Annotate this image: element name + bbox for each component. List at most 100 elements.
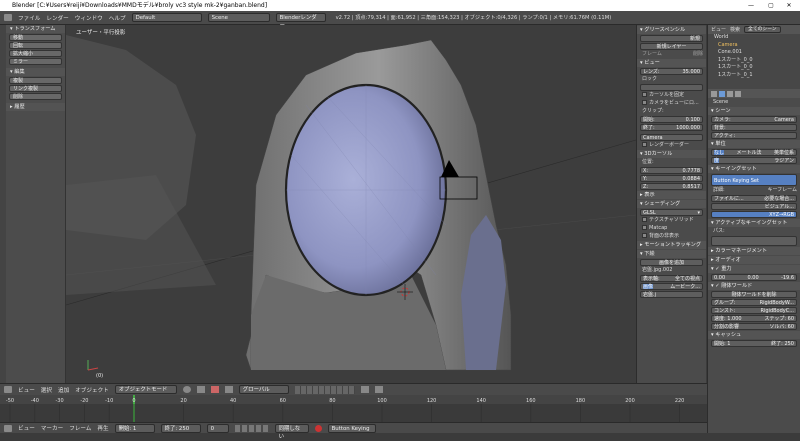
render-engine-select[interactable]: Blenderレンダー [275,13,326,29]
unit-imperial-button[interactable]: 英単位系 [774,150,794,156]
duplicate-button[interactable]: 複製 [9,77,62,84]
unit-none-button[interactable]: なし [714,150,725,156]
tab-movie[interactable]: ムービーク... [670,284,700,290]
render-tab-icon[interactable] [711,90,717,97]
maximize-button[interactable]: ▢ [762,0,780,11]
source-tabs[interactable]: 画像 ムービーク... [640,283,703,290]
editor-type-icon[interactable] [4,386,12,393]
scene-tab-icon[interactable] [719,90,725,97]
path-list[interactable] [711,236,797,246]
menu-frame[interactable]: フレーム [69,424,91,432]
menu-view[interactable]: ビュー [18,386,35,394]
menu-object[interactable]: オブジェクト [75,386,109,394]
clip-start-field[interactable]: 開始: 0.100 [640,116,703,123]
move-manipulator-icon[interactable] [224,386,233,393]
mirror-button[interactable]: ミラー [9,58,62,65]
axis-select[interactable]: 表示軸: 全ての視点 [640,275,703,282]
timeline[interactable]: -50 -40 -30 -20 -10 0 20 40 60 80 100 120 140 160 180 2… [0,395,707,422]
scale-button[interactable]: 拡大縮小 [9,50,62,57]
shading-solid-icon[interactable] [182,386,191,393]
keying-set-select[interactable]: Button Keying [327,423,376,433]
outliner-view-menu[interactable]: ビュー [711,26,726,33]
new-layer-button[interactable]: 新規レイヤー [640,43,703,50]
grease-pencil-header[interactable]: ▾ グリースペンシル [637,26,706,34]
cursor-z-field[interactable]: Z: 0.8517 [640,183,703,190]
outliner-item-skirt[interactable]: 1スカート_0_0 [708,57,800,65]
link-duplicate-button[interactable]: リンク複製 [9,85,62,92]
snap-icon[interactable] [360,386,369,393]
keying-sets-header[interactable]: ▾ キーイングセット [708,165,800,173]
outliner-search-menu[interactable]: 検索 [730,26,740,33]
edit-panel-header[interactable]: ▾ 編集 [6,68,65,76]
scene-header[interactable]: ▾ シーン [708,107,800,115]
lock-object-field[interactable] [640,84,703,91]
rigid-speed-step-fields[interactable]: 速度: 1.000 ステップ: 60 [711,315,797,322]
render-border-checkbox[interactable]: レンダーボーダー [640,142,703,149]
outliner-item-world[interactable]: World [708,34,800,42]
shading-mode-select[interactable]: GLSL ▾ [640,209,703,216]
render-icon[interactable] [374,386,383,393]
history-panel-header[interactable]: ▸ 履歴 [6,103,65,111]
info-editor-icon[interactable] [4,14,12,21]
cursor-x-field[interactable]: X: 0.7778 [640,167,703,174]
keying-set-list-item[interactable]: Button Keying Set [711,174,797,186]
outliner-item-skirt[interactable]: 1スカート_0_1 [708,72,800,80]
degrees-button[interactable]: 度 [714,158,720,164]
active-keying-set-header[interactable]: ▾ アクティブなキーイングセット [708,219,800,227]
keying-file-row[interactable]: ファイルに... 必要な場合... [711,195,797,202]
matcap-checkbox[interactable]: Matcap [640,225,703,232]
image-open-field[interactable]: 岩盤.j [640,291,703,298]
tab-image[interactable]: 画像 [643,284,654,290]
object-tab-icon[interactable] [735,90,741,97]
timeline-ruler[interactable]: -50 -40 -30 -20 -10 0 20 40 60 80 100 120 140 160 180 2… [0,395,707,422]
3d-viewport[interactable]: ユーザー・平行投影 (0) [66,25,636,383]
scene-camera-field[interactable]: カメラ: Camera [711,116,797,123]
outliner-item-skirt[interactable]: 1スカート_0_0 [708,64,800,72]
background-images-header[interactable]: ▾ 下絵 [637,250,706,258]
menu-marker[interactable]: マーカー [41,424,63,432]
manipulator-icon[interactable] [210,386,219,393]
delete-button[interactable]: 削除 [9,93,62,100]
lock-camera-checkbox[interactable]: カメラをビューにロ... [640,100,703,107]
lock-cursor-checkbox[interactable]: カーソルを固定 [640,92,703,99]
grease-new-button[interactable]: 新規 [640,35,703,42]
cache-header[interactable]: ▾ キャッシュ [708,331,800,339]
frame-end-field[interactable]: 終了: 250 [160,423,201,433]
local-camera-field[interactable]: Camera [640,134,703,141]
unit-system-buttons[interactable]: なし メートル法 英単位系 [711,149,797,156]
outliner-item-cone[interactable]: Cone.001 [708,49,800,57]
keying-visual-option[interactable]: ビジュアル... [711,203,797,210]
scene-select[interactable]: Scene [207,13,270,22]
display-header[interactable]: ▸ 表示 [637,191,706,199]
motion-tracking-header[interactable]: ▸ モーショントラッキング [637,241,706,249]
texture-solid-checkbox[interactable]: テクスチャソリッド [640,217,703,224]
menu-window[interactable]: ウィンドウ [75,14,103,22]
rigid-body-world-header[interactable]: ▾ ✓ 剛体ワールド [708,282,800,290]
active-clip-field[interactable]: アクティ: [711,132,797,139]
menu-file[interactable]: ファイル [18,14,40,22]
backface-checkbox[interactable]: 背面の非表示 [640,233,703,240]
properties-tabs[interactable] [708,89,800,98]
rigid-split-solver-fields[interactable]: 分割の影響 ソルバ: 60 [711,323,797,330]
gravity-header[interactable]: ▾ ✓ 重力 [708,265,800,273]
3d-cursor-header[interactable]: ▾ 3Dカーソル [637,150,706,158]
audio-header[interactable]: ▸ オーディオ [708,256,800,264]
rotate-button[interactable]: 回転 [9,42,62,49]
keying-xyz-option[interactable]: XYZ→RGB [711,211,797,218]
menu-tl-view[interactable]: ビュー [18,424,35,432]
units-header[interactable]: ▾ 単位 [708,140,800,148]
cache-frame-fields[interactable]: 開始: 1 終了: 250 [711,340,797,347]
gravity-fields[interactable]: 0.00 0.00 -19.6 [711,274,797,281]
radians-button[interactable]: ラジアン [774,158,794,164]
unit-metric-button[interactable]: メートル法 [736,150,761,156]
pivot-icon[interactable] [196,386,205,393]
world-tab-icon[interactable] [727,90,733,97]
menu-select[interactable]: 選択 [41,386,52,394]
rigid-group-field[interactable]: グループ: RigidBodyW... [711,299,797,306]
sync-select[interactable]: 同期しない [274,423,309,440]
translate-button[interactable]: 移動 [9,34,62,41]
layout-select[interactable]: Default [131,13,202,22]
add-image-button[interactable]: 画像を追加 [640,259,703,266]
close-button[interactable]: ✕ [780,0,798,11]
mode-select[interactable]: オブジェクトモード [114,385,177,394]
